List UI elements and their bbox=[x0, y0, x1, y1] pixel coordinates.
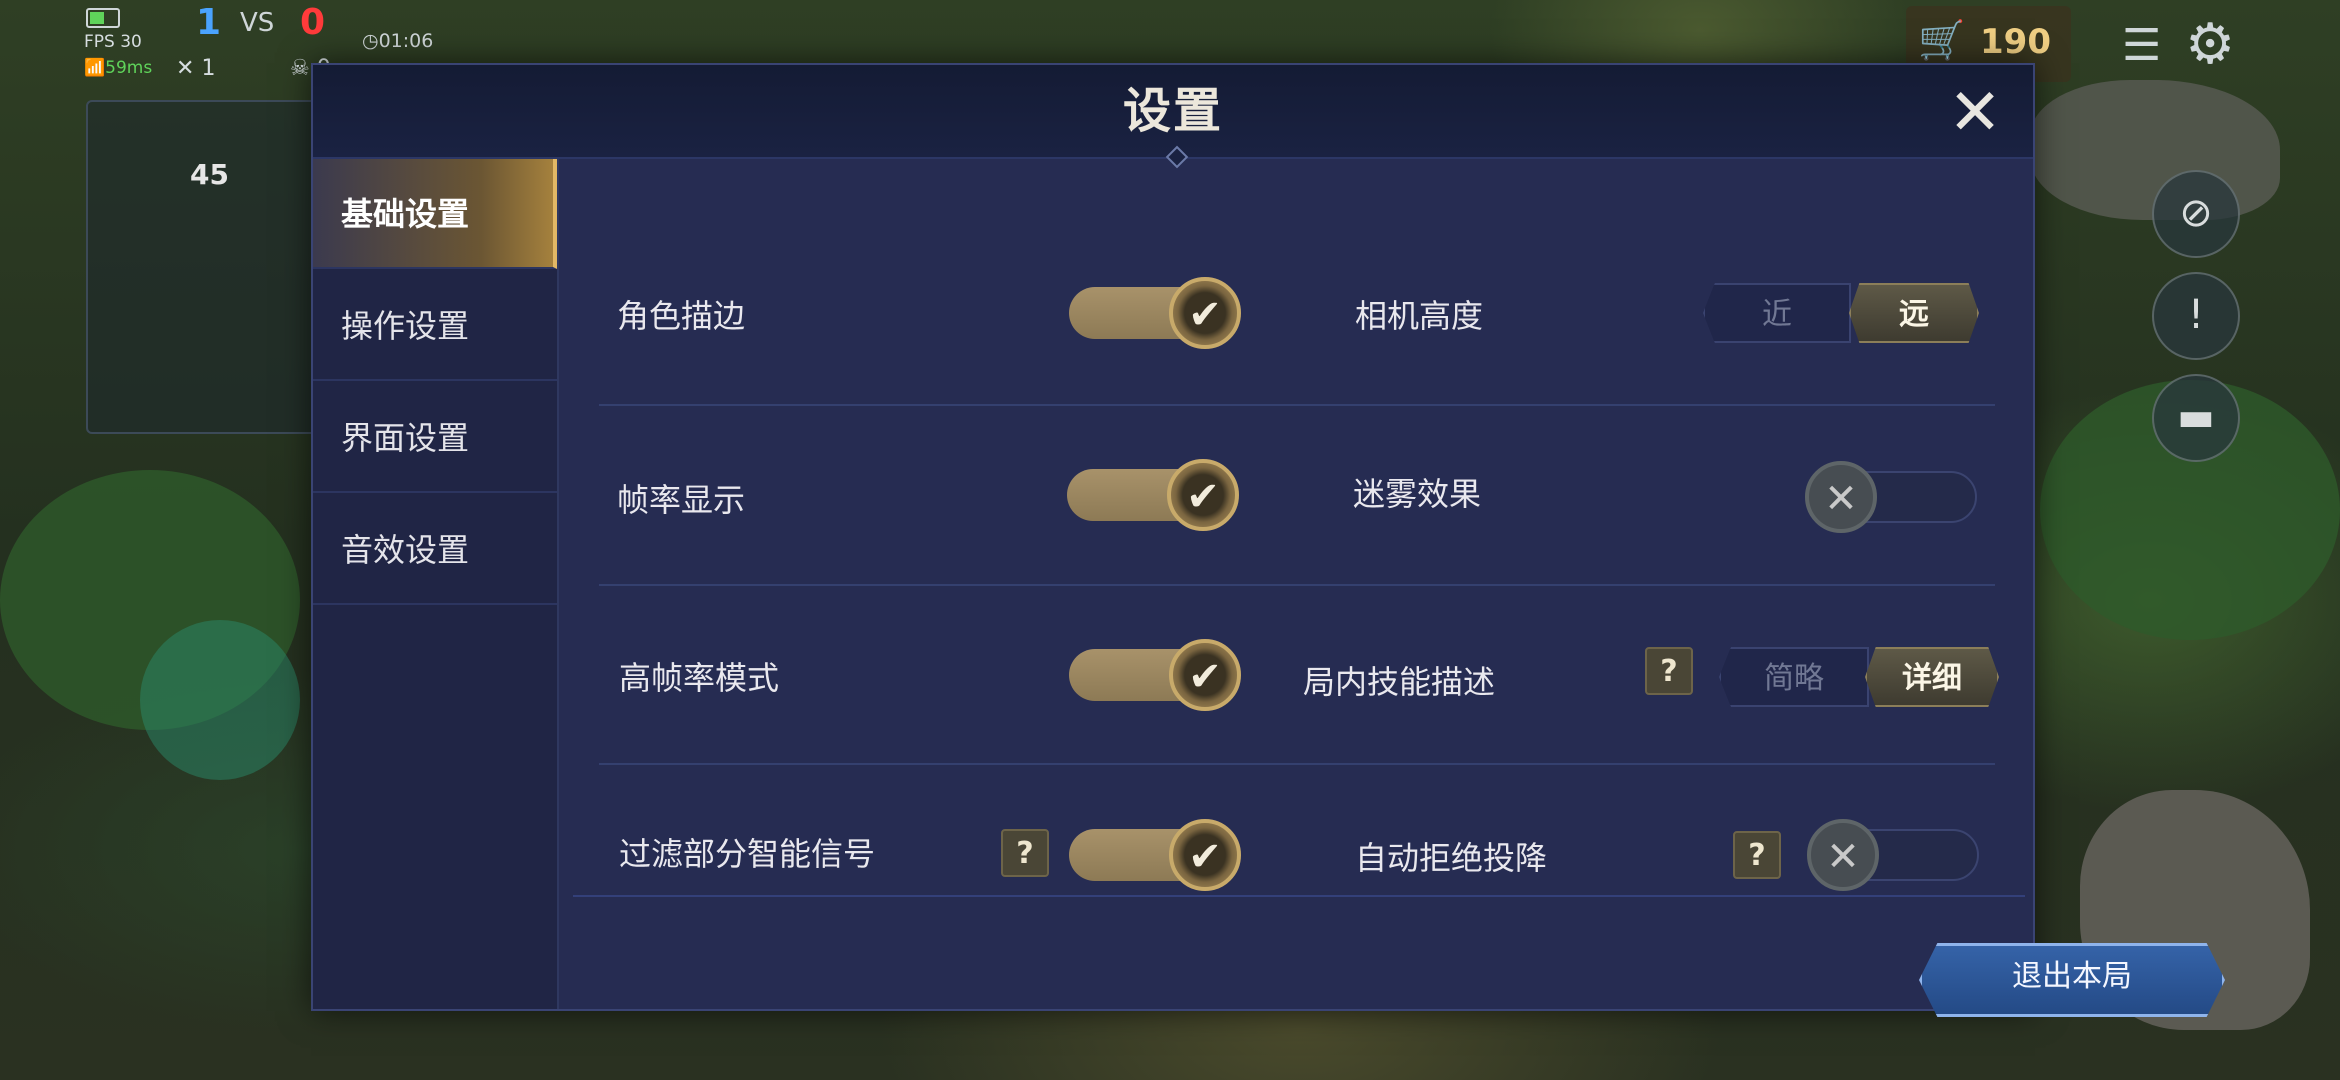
toggle-filter-signals[interactable]: ✔ bbox=[1069, 819, 1245, 891]
match-time: 01:06 bbox=[378, 30, 434, 52]
setting-label-auto-reject-surrender: 自动拒绝投降 bbox=[1355, 839, 1548, 877]
ping-value: 59ms bbox=[105, 58, 153, 78]
close-button[interactable]: ✕ bbox=[1943, 81, 2007, 147]
kill-counter: ✕ 1 bbox=[176, 56, 215, 81]
gear-icon[interactable]: ⚙ bbox=[2185, 12, 2235, 77]
ping-display: 📶59ms bbox=[84, 58, 152, 78]
help-icon[interactable]: ? bbox=[1645, 647, 1693, 695]
row-divider bbox=[599, 584, 1995, 586]
menu-icon[interactable]: ☰ bbox=[2122, 20, 2161, 71]
help-icon[interactable]: ? bbox=[1001, 829, 1049, 877]
setting-label-camera-height: 相机高度 bbox=[1355, 297, 1484, 335]
check-icon: ✔ bbox=[1169, 639, 1241, 711]
settings-sidebar: 基础设置 操作设置 界面设置 音效设置 bbox=[313, 159, 559, 1009]
toggle-high-fps-mode[interactable]: ✔ bbox=[1069, 639, 1245, 711]
toggle-fps-display[interactable]: ✔ bbox=[1067, 459, 1243, 531]
camera-option-near[interactable]: 近 bbox=[1703, 283, 1851, 343]
gold-amount: 190 bbox=[1980, 22, 2051, 62]
panel-title: 设置 bbox=[1122, 83, 1223, 139]
check-icon: ✔ bbox=[1169, 819, 1241, 891]
alert-icon[interactable]: ! bbox=[2152, 272, 2240, 360]
setting-label-skill-description: 局内技能描述 bbox=[1303, 663, 1496, 701]
settings-panel: 设置 ✕ 基础设置 操作设置 界面设置 音效设置 角色描边 ✔ 相机高度 近 远… bbox=[311, 63, 2225, 1017]
minimap-level: 45 bbox=[190, 158, 229, 191]
setting-label-high-fps: 高帧率模式 bbox=[619, 659, 780, 697]
fps-counter: FPS 30 bbox=[84, 32, 142, 52]
help-icon[interactable]: ? bbox=[1733, 831, 1781, 879]
setting-label-filter-signals: 过滤部分智能信号 bbox=[619, 835, 876, 873]
blue-team-score: 1 bbox=[196, 2, 222, 43]
battery-icon bbox=[86, 8, 120, 28]
skull-icon: ☠ bbox=[290, 56, 310, 81]
cross-icon: ✕ bbox=[1805, 461, 1877, 533]
camera-height-selector[interactable]: 近 远 bbox=[1703, 283, 1979, 343]
check-icon: ✔ bbox=[1167, 459, 1239, 531]
cross-icon: ✕ bbox=[1807, 819, 1879, 891]
spawn-fountain bbox=[140, 620, 300, 780]
tab-control-settings[interactable]: 操作设置 bbox=[313, 271, 557, 381]
row-divider bbox=[599, 404, 1995, 406]
skill-option-brief[interactable]: 简略 bbox=[1719, 647, 1869, 707]
cart-icon: 🛒 bbox=[1918, 18, 1966, 62]
kill-count: 1 bbox=[201, 56, 216, 81]
map-ping-icon[interactable]: ⊘ bbox=[2152, 170, 2240, 258]
exit-match-button[interactable]: 退出本局 bbox=[1919, 943, 2225, 1017]
red-team-score: 0 bbox=[300, 2, 326, 43]
setting-label-fps-display: 帧率显示 bbox=[617, 481, 746, 519]
wifi-icon: 📶 bbox=[84, 58, 106, 78]
camera-option-far[interactable]: 远 bbox=[1849, 283, 1979, 343]
skill-description-selector[interactable]: 简略 详细 bbox=[1719, 647, 1999, 707]
clock-icon: ◷ bbox=[362, 30, 379, 52]
footer-divider bbox=[573, 895, 2025, 897]
tab-interface-settings[interactable]: 界面设置 bbox=[313, 383, 557, 493]
vs-label: VS bbox=[240, 8, 275, 38]
skill-option-detailed[interactable]: 详细 bbox=[1865, 647, 1999, 707]
minimap[interactable] bbox=[86, 100, 320, 434]
chat-icon[interactable]: ▬ bbox=[2152, 374, 2240, 462]
tab-basic-settings[interactable]: 基础设置 bbox=[313, 159, 557, 269]
toggle-auto-reject-surrender[interactable]: ✕ bbox=[1807, 819, 1985, 891]
setting-label-outline: 角色描边 bbox=[617, 297, 746, 335]
toggle-character-outline[interactable]: ✔ bbox=[1069, 277, 1245, 349]
row-divider bbox=[599, 763, 1995, 765]
check-icon: ✔ bbox=[1169, 277, 1241, 349]
setting-label-fog: 迷雾效果 bbox=[1353, 475, 1482, 513]
close-icon: ✕ bbox=[1948, 76, 2002, 150]
match-timer: ◷01:06 bbox=[362, 30, 433, 52]
toggle-fog-effect[interactable]: ✕ bbox=[1805, 461, 1983, 533]
tab-audio-settings[interactable]: 音效设置 bbox=[313, 495, 557, 605]
settings-content: 角色描边 ✔ 相机高度 近 远 帧率显示 ✔ 迷雾效果 ✕ 高帧率模式 ✔ 局内… bbox=[563, 159, 2225, 1017]
swords-icon: ✕ bbox=[176, 56, 195, 81]
